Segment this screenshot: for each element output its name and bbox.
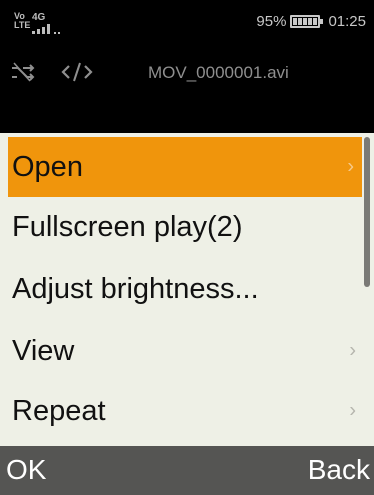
network-type: 4G	[32, 12, 46, 23]
signal-icon	[32, 24, 66, 34]
menu-item-label: View	[12, 334, 75, 367]
back-softkey[interactable]: Back	[308, 454, 370, 486]
menu-item-open[interactable]: Open ›	[8, 137, 362, 197]
status-right: 95% 01:25	[256, 10, 366, 32]
ok-softkey[interactable]: OK	[6, 454, 46, 486]
code-off-icon	[61, 62, 93, 82]
menu-item-fullscreen-play[interactable]: Fullscreen play(2)	[0, 197, 364, 257]
network-indicator: Vo LTE 4G	[14, 12, 74, 34]
battery-icon	[290, 14, 324, 28]
menu-item-repeat[interactable]: Repeat ›	[0, 381, 364, 441]
battery-percent: 95%	[256, 12, 287, 30]
menu-item-view[interactable]: View ›	[0, 321, 364, 381]
clock: 01:25	[328, 12, 366, 30]
menu-item-label: Open	[12, 150, 83, 183]
shuffle-off-icon	[12, 62, 35, 82]
scrollbar[interactable]	[364, 137, 370, 287]
menu-item-label: Fullscreen play(2)	[12, 210, 243, 243]
chevron-right-icon: ›	[349, 399, 356, 422]
menu-item-label: Adjust brightness...	[12, 272, 259, 305]
player-info-row: MOV_0000001.avi	[0, 48, 374, 98]
menu-item-adjust-brightness[interactable]: Adjust brightness...	[0, 259, 364, 319]
file-name: MOV_0000001.avi	[148, 63, 289, 82]
menu-item-label: Repeat	[12, 394, 106, 427]
screen: Vo LTE 4G 95% 01:25 MOV_0000001.avi Open…	[0, 0, 374, 495]
softkey-bar: OK Back	[0, 446, 374, 495]
options-menu: Open › Fullscreen play(2) Adjust brightn…	[0, 133, 374, 446]
volte-icon: Vo LTE	[14, 11, 31, 30]
chevron-right-icon: ›	[347, 155, 354, 178]
status-bar: Vo LTE 4G 95% 01:25	[0, 0, 374, 44]
chevron-right-icon: ›	[349, 339, 356, 362]
